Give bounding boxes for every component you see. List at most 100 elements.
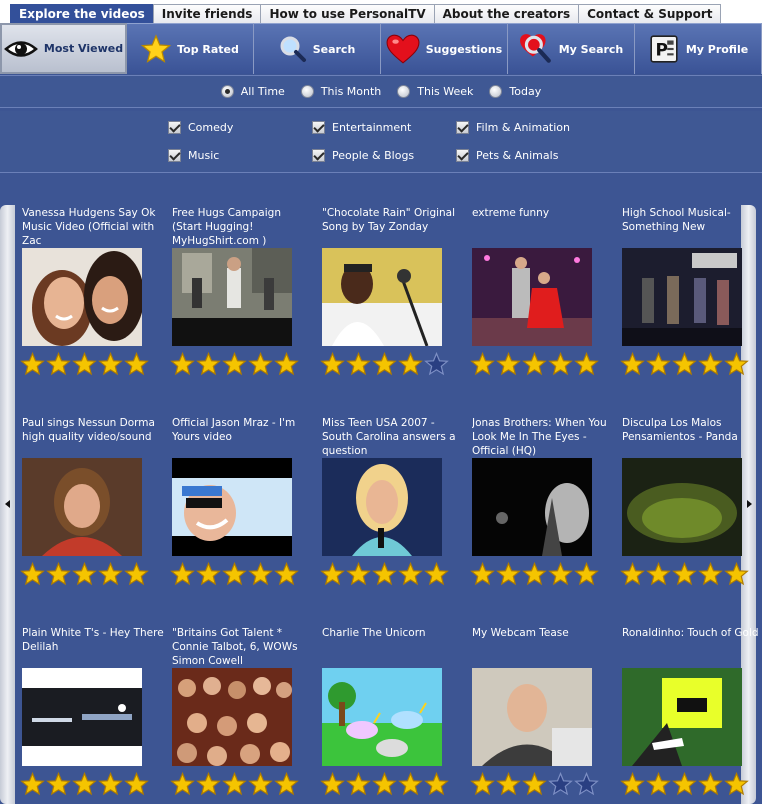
star-rating[interactable]: [170, 352, 314, 376]
tab-about-creators[interactable]: About the creators: [433, 4, 580, 24]
video-thumbnail[interactable]: [472, 668, 592, 766]
video-card[interactable]: My Webcam Tease: [470, 626, 614, 796]
radio-this-month[interactable]: [300, 85, 314, 98]
category-pets-animals[interactable]: Pets & Animals: [456, 149, 558, 162]
video-thumbnail[interactable]: [172, 458, 292, 556]
video-card[interactable]: extreme funny: [470, 206, 614, 376]
video-title[interactable]: Miss Teen USA 2007 - South Carolina answ…: [322, 416, 464, 458]
video-card[interactable]: Free Hugs Campaign (Start Hugging! MyHug…: [170, 206, 314, 376]
checkbox-music[interactable]: [168, 149, 181, 162]
star-empty-icon: [574, 772, 599, 796]
star-rating[interactable]: [470, 562, 614, 586]
video-title[interactable]: Disculpa Los Malos Pensamientos - Panda: [622, 416, 762, 458]
video-card[interactable]: Disculpa Los Malos Pensamientos - Panda: [620, 416, 762, 586]
star-filled-icon: [672, 562, 697, 586]
star-rating[interactable]: [320, 562, 464, 586]
time-filter-this-week[interactable]: This Week: [397, 85, 473, 98]
time-filter-all-time[interactable]: All Time: [220, 85, 285, 98]
video-thumbnail[interactable]: [322, 248, 442, 346]
arrow-left-icon: [5, 500, 10, 508]
tab-explore-videos[interactable]: Explore the videos: [10, 4, 154, 24]
category-music[interactable]: Music: [168, 149, 219, 162]
star-rating[interactable]: [20, 562, 164, 586]
video-card[interactable]: Vanessa Hudgens Say Ok Music Video (Offi…: [20, 206, 164, 376]
video-title[interactable]: "Chocolate Rain" Original Song by Tay Zo…: [322, 206, 464, 248]
video-card[interactable]: Miss Teen USA 2007 - South Carolina answ…: [320, 416, 464, 586]
video-card[interactable]: "Chocolate Rain" Original Song by Tay Zo…: [320, 206, 464, 376]
star-rating[interactable]: [470, 772, 614, 796]
video-title[interactable]: Paul sings Nessun Dorma high quality vid…: [22, 416, 164, 458]
video-title[interactable]: Ronaldinho: Touch of Gold: [622, 626, 762, 668]
video-thumbnail[interactable]: [622, 248, 742, 346]
star-rating[interactable]: [20, 352, 164, 376]
video-title[interactable]: "Britains Got Talent * Connie Talbot, 6,…: [172, 626, 314, 668]
video-title[interactable]: Vanessa Hudgens Say Ok Music Video (Offi…: [22, 206, 164, 248]
star-filled-icon: [724, 772, 749, 796]
star-rating[interactable]: [320, 772, 464, 796]
scroll-left-button[interactable]: [0, 205, 15, 804]
video-card[interactable]: Jonas Brothers: When You Look Me In The …: [470, 416, 614, 586]
video-thumbnail[interactable]: [472, 248, 592, 346]
video-thumbnail[interactable]: [322, 668, 442, 766]
video-card[interactable]: Ronaldinho: Touch of Gold: [620, 626, 762, 796]
video-title[interactable]: extreme funny: [472, 206, 614, 248]
star-filled-icon: [320, 562, 345, 586]
star-filled-icon: [124, 352, 149, 376]
category-film-animation[interactable]: Film & Animation: [456, 121, 570, 134]
star-rating[interactable]: [620, 352, 762, 376]
star-rating[interactable]: [170, 772, 314, 796]
category-entertainment[interactable]: Entertainment: [312, 121, 411, 134]
star-rating[interactable]: [620, 562, 762, 586]
checkbox-pets-animals[interactable]: [456, 149, 469, 162]
video-title[interactable]: My Webcam Tease: [472, 626, 614, 668]
time-filter-this-month[interactable]: This Month: [300, 85, 381, 98]
video-title[interactable]: Plain White T's - Hey There Delilah: [22, 626, 164, 668]
my-search-button[interactable]: My Search: [508, 23, 635, 74]
checkbox-entertainment[interactable]: [312, 121, 325, 134]
radio-all-time[interactable]: [220, 85, 234, 98]
category-comedy[interactable]: Comedy: [168, 121, 233, 134]
video-thumbnail[interactable]: [172, 668, 292, 766]
radio-today[interactable]: [489, 85, 503, 98]
radio-this-week[interactable]: [397, 85, 411, 98]
checkbox-film-animation[interactable]: [456, 121, 469, 134]
video-title[interactable]: Charlie The Unicorn: [322, 626, 464, 668]
video-card[interactable]: "Britains Got Talent * Connie Talbot, 6,…: [170, 626, 314, 796]
video-title[interactable]: Official Jason Mraz - I'm Yours video: [172, 416, 314, 458]
star-rating[interactable]: [170, 562, 314, 586]
video-title[interactable]: Free Hugs Campaign (Start Hugging! MyHug…: [172, 206, 314, 248]
most-viewed-button[interactable]: Most Viewed: [0, 23, 127, 74]
video-thumbnail[interactable]: [622, 668, 742, 766]
search-button[interactable]: Search: [254, 23, 381, 74]
star-rating[interactable]: [470, 352, 614, 376]
star-rating[interactable]: [620, 772, 762, 796]
checkbox-people-blogs[interactable]: [312, 149, 325, 162]
star-filled-icon: [248, 772, 273, 796]
time-filter-today[interactable]: Today: [489, 85, 541, 98]
video-card[interactable]: Charlie The Unicorn: [320, 626, 464, 796]
checkbox-comedy[interactable]: [168, 121, 181, 134]
star-filled-icon: [72, 352, 97, 376]
video-card[interactable]: High School Musical-Something New: [620, 206, 762, 376]
star-rating[interactable]: [20, 772, 164, 796]
video-thumbnail[interactable]: [22, 458, 142, 556]
video-title[interactable]: High School Musical-Something New: [622, 206, 762, 248]
video-thumbnail[interactable]: [172, 248, 292, 346]
tab-contact-support[interactable]: Contact & Support: [578, 4, 722, 24]
video-card[interactable]: Official Jason Mraz - I'm Yours video: [170, 416, 314, 586]
tab-how-to-use[interactable]: How to use PersonalTV: [260, 4, 435, 24]
tab-invite-friends[interactable]: Invite friends: [152, 4, 262, 24]
video-card[interactable]: Paul sings Nessun Dorma high quality vid…: [20, 416, 164, 586]
suggestions-button[interactable]: Suggestions: [381, 23, 508, 74]
video-card[interactable]: Plain White T's - Hey There Delilah: [20, 626, 164, 796]
video-thumbnail[interactable]: [22, 668, 142, 766]
top-rated-button[interactable]: Top Rated: [127, 23, 254, 74]
video-thumbnail[interactable]: [622, 458, 742, 556]
video-thumbnail[interactable]: [22, 248, 142, 346]
category-people-blogs[interactable]: People & Blogs: [312, 149, 414, 162]
video-title[interactable]: Jonas Brothers: When You Look Me In The …: [472, 416, 614, 458]
star-rating[interactable]: [320, 352, 464, 376]
my-profile-button[interactable]: P My Profile: [635, 23, 762, 74]
video-thumbnail[interactable]: [472, 458, 592, 556]
video-thumbnail[interactable]: [322, 458, 442, 556]
